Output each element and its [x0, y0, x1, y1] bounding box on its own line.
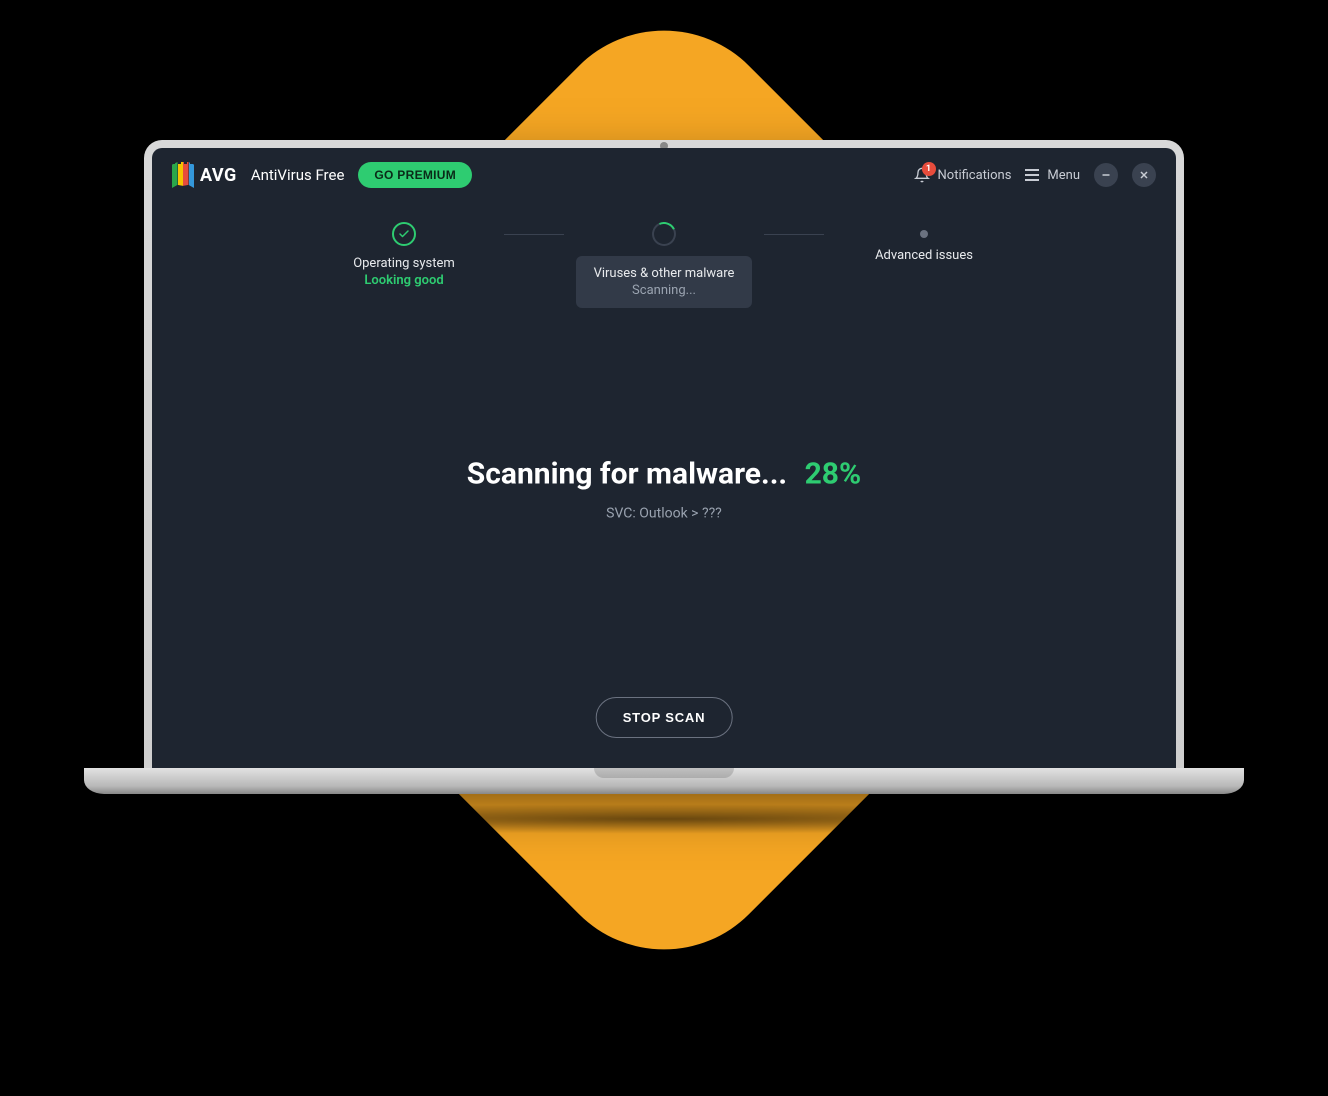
app-window: AVG AntiVirus Free GO PREMIUM 1 Notifica… — [152, 148, 1176, 768]
step-status: Scanning... — [594, 283, 735, 298]
scan-current-path: SVC: Outlook > ??? — [152, 506, 1176, 522]
close-button[interactable] — [1132, 163, 1156, 187]
laptop-mockup: AVG AntiVirus Free GO PREMIUM 1 Notifica… — [144, 140, 1184, 834]
laptop-base — [84, 768, 1244, 794]
bell-icon: 1 — [914, 166, 930, 184]
step-title: Viruses & other malware — [594, 266, 735, 281]
scan-percent: 28% — [805, 457, 862, 492]
menu-button[interactable]: Menu — [1025, 168, 1080, 183]
step-viruses-malware: Viruses & other malware Scanning... — [564, 222, 764, 308]
scan-status: Scanning for malware... 28% SVC: Outlook… — [152, 457, 1176, 522]
step-title: Advanced issues — [875, 248, 973, 263]
laptop-shadow — [104, 804, 1224, 834]
product-name: AntiVirus Free — [251, 166, 345, 184]
step-operating-system: Operating system Looking good — [304, 222, 504, 288]
check-circle-icon — [392, 222, 416, 246]
step-title: Operating system — [353, 256, 455, 271]
laptop-bezel: AVG AntiVirus Free GO PREMIUM 1 Notifica… — [144, 140, 1184, 768]
hamburger-icon — [1025, 169, 1039, 181]
go-premium-button[interactable]: GO PREMIUM — [358, 162, 472, 188]
notifications-button[interactable]: 1 Notifications — [914, 166, 1012, 184]
shield-icon — [172, 162, 194, 188]
scan-steps: Operating system Looking good Viruses & … — [152, 222, 1176, 308]
menu-label: Menu — [1047, 168, 1080, 183]
step-connector — [764, 234, 824, 235]
avg-logo: AVG — [172, 162, 237, 188]
step-connector — [504, 234, 564, 235]
dot-icon — [920, 230, 928, 238]
minimize-button[interactable] — [1094, 163, 1118, 187]
step-advanced-issues: Advanced issues — [824, 222, 1024, 263]
topbar: AVG AntiVirus Free GO PREMIUM 1 Notifica… — [152, 148, 1176, 202]
notification-badge: 1 — [922, 162, 936, 176]
brand-text: AVG — [200, 165, 237, 186]
scan-title: Scanning for malware... 28% — [152, 457, 1176, 492]
scan-title-text: Scanning for malware... — [467, 457, 787, 492]
stop-scan-button[interactable]: STOP SCAN — [596, 697, 733, 738]
notifications-label: Notifications — [938, 168, 1012, 183]
spinner-icon — [649, 219, 680, 250]
step-status: Looking good — [353, 273, 455, 288]
